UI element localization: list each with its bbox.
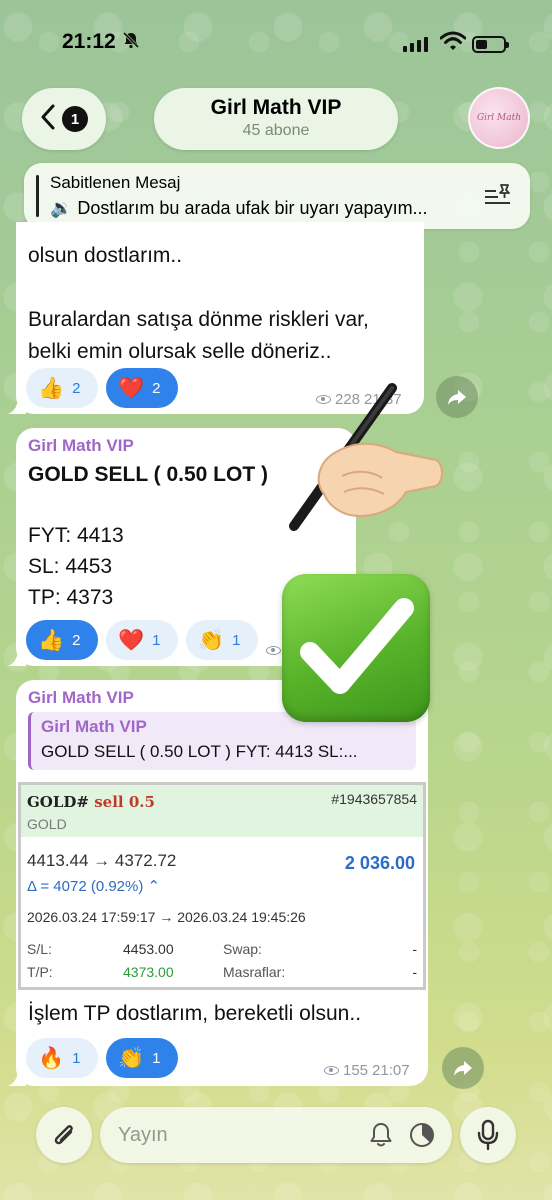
trade-side: sell 0.5 bbox=[94, 793, 155, 811]
swap-label: Swap: bbox=[223, 941, 262, 957]
fees-label: Masraflar: bbox=[223, 964, 286, 980]
unread-badge: 1 bbox=[62, 106, 88, 132]
signal-title: GOLD SELL ( 0.50 LOT ) bbox=[28, 463, 268, 486]
message-meta: 155 21:07 bbox=[324, 1062, 410, 1079]
writing-hand-sticker bbox=[289, 383, 443, 531]
trade-times: 2026.03.24 17:59:17 → 2026.03.24 19:45:2… bbox=[27, 909, 306, 925]
pinned-indicator bbox=[36, 175, 39, 217]
trade-profit: 2 036.00 bbox=[344, 853, 415, 873]
status-time: 21:12 bbox=[62, 30, 116, 53]
share-button[interactable] bbox=[442, 1047, 484, 1089]
battery-icon bbox=[472, 36, 509, 53]
pinned-message[interactable]: Sabitlenen Mesaj 🔉 Dostlarım bu arada uf… bbox=[24, 163, 530, 229]
reaction-clap[interactable]: 👏 1 bbox=[106, 1038, 178, 1078]
message-text: İşlem TP dostlarım, bereketli olsun.. bbox=[28, 1002, 362, 1025]
reaction-heart[interactable]: ❤️ 1 bbox=[106, 620, 178, 660]
reaction-fire[interactable]: 🔥 1 bbox=[26, 1038, 98, 1078]
pin-list-icon[interactable] bbox=[484, 183, 512, 209]
message-text: olsun dostlarım.. Buralardan satışa dönm… bbox=[28, 244, 369, 363]
back-button[interactable]: 1 bbox=[22, 88, 106, 150]
trade-ticket: #1943657854 bbox=[331, 791, 417, 807]
signal-take-profit: TP: 4373 bbox=[28, 586, 114, 609]
check-mark-sticker bbox=[282, 574, 430, 722]
microphone-button[interactable] bbox=[460, 1107, 516, 1163]
reply-preview: GOLD SELL ( 0.50 LOT ) FYT: 4413 SL:... bbox=[41, 742, 358, 761]
trade-delta: Δ = 4072 (0.92%) ⌃ bbox=[27, 878, 161, 895]
signal-stop-loss: SL: 4453 bbox=[28, 555, 113, 578]
attach-button[interactable] bbox=[36, 1107, 92, 1163]
trade-screenshot[interactable]: GOLD# sell 0.5 GOLD #1943657854 4413.44 … bbox=[18, 782, 426, 990]
share-icon bbox=[454, 1061, 472, 1076]
sl-value: 4453.00 bbox=[123, 941, 174, 957]
message-bubble[interactable]: Girl Math VIP Girl Math VIP GOLD SELL ( … bbox=[16, 680, 428, 1086]
trade-prices: 4413.44 → 4372.72 bbox=[27, 851, 177, 870]
microphone-icon bbox=[477, 1119, 499, 1151]
chevron-left-icon bbox=[40, 104, 56, 135]
view-count: 155 bbox=[343, 1062, 369, 1079]
sl-label: S/L: bbox=[27, 941, 52, 957]
message-composer bbox=[100, 1107, 452, 1163]
tp-value: 4373.00 bbox=[123, 964, 174, 980]
signal-icon bbox=[403, 37, 428, 52]
reply-sender: Girl Math VIP bbox=[41, 717, 147, 736]
bell-slash-icon bbox=[122, 31, 140, 54]
channel-title-pill[interactable]: Girl Math VIP 45 abone bbox=[154, 88, 398, 150]
fees-value: - bbox=[412, 964, 417, 980]
swap-value: - bbox=[412, 941, 417, 957]
trade-symbol-sub: GOLD bbox=[27, 816, 67, 832]
eye-icon bbox=[324, 1066, 339, 1075]
channel-title: Girl Math VIP bbox=[210, 96, 342, 119]
channel-subscribers: 45 abone bbox=[242, 122, 310, 139]
message-time: 21:07 bbox=[372, 1062, 410, 1079]
reaction-clap[interactable]: 👏 1 bbox=[186, 620, 258, 660]
bell-icon[interactable] bbox=[368, 1121, 394, 1149]
trade-symbol: GOLD# sell 0.5 bbox=[27, 793, 155, 811]
status-bar: 21:12 bbox=[0, 0, 552, 88]
pinned-text: 🔉 Dostlarım bu arada ufak bir uyarı yapa… bbox=[50, 198, 428, 218]
broadcast-input[interactable] bbox=[118, 1121, 358, 1149]
pinned-label: Sabitlenen Mesaj bbox=[50, 173, 181, 192]
sender-name: Girl Math VIP bbox=[28, 436, 134, 455]
eye-icon bbox=[266, 646, 281, 655]
wifi-icon bbox=[440, 31, 466, 50]
timer-icon[interactable] bbox=[408, 1121, 436, 1149]
sender-name: Girl Math VIP bbox=[28, 688, 134, 707]
tp-label: T/P: bbox=[27, 964, 53, 980]
reaction-thumbs-up[interactable]: 👍 2 bbox=[26, 620, 98, 660]
trade-header: GOLD# sell 0.5 GOLD #1943657854 bbox=[21, 785, 423, 837]
reaction-thumbs-up[interactable]: 👍 2 bbox=[26, 368, 98, 408]
signal-entry: FYT: 4413 bbox=[28, 524, 124, 547]
reaction-heart[interactable]: ❤️ 2 bbox=[106, 368, 178, 408]
share-icon bbox=[448, 390, 466, 405]
avatar[interactable]: Girl Math bbox=[468, 87, 530, 149]
paperclip-icon bbox=[54, 1125, 73, 1145]
